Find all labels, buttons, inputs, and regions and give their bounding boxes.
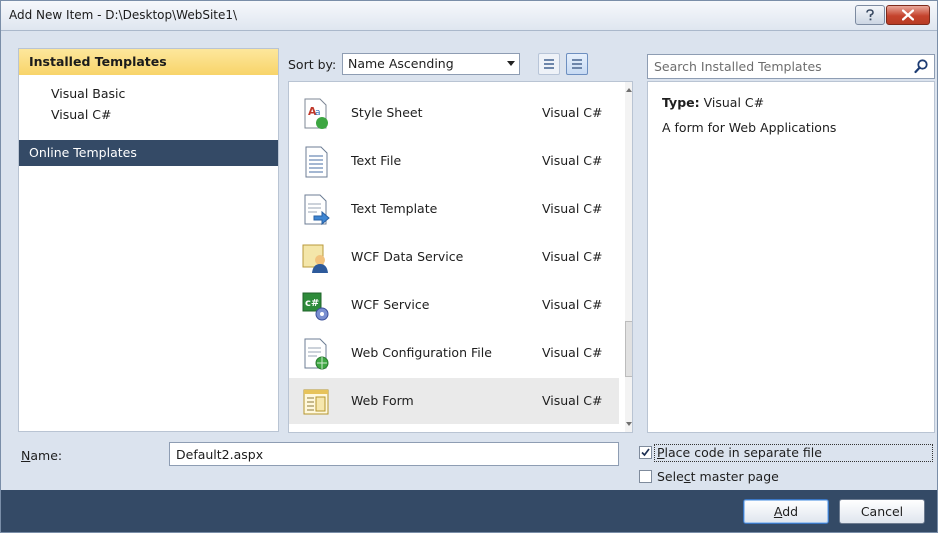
close-icon bbox=[902, 9, 914, 21]
scroll-up-arrow-icon[interactable] bbox=[626, 88, 632, 92]
small-icons-view-button[interactable] bbox=[538, 53, 560, 75]
template-list-scrollbar[interactable] bbox=[625, 82, 632, 432]
checkbox-box[interactable] bbox=[639, 446, 652, 459]
svg-text:a: a bbox=[315, 108, 321, 118]
template-category-pane: Installed Templates Visual Basic Visual … bbox=[18, 48, 279, 432]
details-view-button[interactable] bbox=[566, 53, 588, 75]
checkbox-box[interactable] bbox=[639, 470, 652, 483]
template-row-partial bbox=[289, 426, 619, 432]
wcf-service-icon: c# bbox=[302, 290, 330, 322]
name-input[interactable] bbox=[169, 442, 619, 466]
text-file-icon bbox=[302, 146, 330, 178]
wcf-data-service-icon bbox=[302, 242, 330, 274]
type-label: Type: bbox=[662, 95, 700, 110]
template-row-wcf-service[interactable]: c# WCF Service Visual C# bbox=[289, 282, 619, 328]
template-row-web-form[interactable]: Web Form Visual C# bbox=[289, 378, 619, 424]
template-name: Text Template bbox=[351, 201, 438, 216]
help-button[interactable] bbox=[855, 5, 885, 25]
text-template-icon bbox=[302, 194, 330, 226]
focus-rectangle bbox=[654, 444, 933, 462]
template-name: Web Configuration File bbox=[351, 345, 492, 360]
separate-code-checkbox[interactable]: Place code in separate file bbox=[639, 444, 933, 463]
template-language: Visual C# bbox=[542, 201, 603, 216]
template-type: Type: Visual C# bbox=[662, 95, 764, 110]
window-title: Add New Item - D:\Desktop\WebSite1\ bbox=[9, 8, 238, 22]
type-value: Visual C# bbox=[703, 95, 765, 110]
master-page-checkbox[interactable]: Select master page bbox=[639, 468, 929, 487]
template-language: Visual C# bbox=[542, 297, 603, 312]
template-name: WCF Service bbox=[351, 297, 430, 312]
template-name: Web Form bbox=[351, 393, 414, 408]
online-templates-header[interactable]: Online Templates bbox=[19, 140, 278, 166]
chevron-down-icon bbox=[507, 61, 515, 66]
template-row-text-template[interactable]: Text Template Visual C# bbox=[289, 186, 619, 232]
template-details-pane: Type: Visual C# A form for Web Applicati… bbox=[647, 81, 935, 433]
template-language: Visual C# bbox=[542, 393, 603, 408]
scroll-down-arrow-icon[interactable] bbox=[626, 422, 632, 426]
scrollbar-thumb[interactable] bbox=[625, 321, 632, 377]
cancel-button[interactable]: Cancel bbox=[839, 499, 925, 524]
template-name: WCF Data Service bbox=[351, 249, 464, 264]
search-icon[interactable] bbox=[914, 59, 928, 74]
template-language: Visual C# bbox=[542, 249, 603, 264]
template-language: Visual C# bbox=[542, 105, 603, 120]
template-row-wcf-data-service[interactable]: WCF Data Service Visual C# bbox=[289, 234, 619, 280]
web-config-icon bbox=[302, 338, 330, 370]
question-icon bbox=[866, 9, 874, 21]
template-language: Visual C# bbox=[542, 153, 603, 168]
check-icon bbox=[641, 448, 650, 457]
template-row-style-sheet[interactable]: Aa Style Sheet Visual C# bbox=[289, 90, 619, 136]
add-new-item-dialog: Add New Item - D:\Desktop\WebSite1\ Inst… bbox=[0, 0, 938, 533]
master-page-label: Select master page bbox=[657, 469, 779, 484]
template-name: Style Sheet bbox=[351, 105, 423, 120]
category-visual-csharp[interactable]: Visual C# bbox=[51, 107, 112, 122]
search-box bbox=[647, 54, 935, 79]
add-button[interactable]: Add bbox=[743, 499, 829, 524]
template-name: Text File bbox=[351, 153, 402, 168]
template-row-text-file[interactable]: Text File Visual C# bbox=[289, 138, 619, 184]
template-language: Visual C# bbox=[542, 345, 603, 360]
sort-by-label: Sort by: bbox=[288, 57, 337, 72]
template-row-web-config-file[interactable]: Web Configuration File Visual C# bbox=[289, 330, 619, 376]
web-form-icon bbox=[302, 386, 330, 418]
template-list: Aa Style Sheet Visual C# Text File Visua… bbox=[288, 81, 633, 433]
sort-dropdown[interactable]: Name Ascending bbox=[342, 53, 520, 75]
installed-templates-header[interactable]: Installed Templates bbox=[19, 49, 278, 75]
style-sheet-icon: Aa bbox=[302, 98, 330, 130]
search-input[interactable] bbox=[648, 55, 908, 78]
category-visual-basic[interactable]: Visual Basic bbox=[51, 86, 125, 101]
svg-text:c#: c# bbox=[305, 298, 319, 309]
sort-selected-value: Name Ascending bbox=[348, 56, 454, 71]
title-bar: Add New Item - D:\Desktop\WebSite1\ bbox=[1, 1, 937, 31]
name-label: Name: bbox=[21, 448, 63, 463]
template-description: A form for Web Applications bbox=[662, 120, 837, 135]
button-bar: Add Cancel bbox=[1, 490, 937, 532]
close-button[interactable] bbox=[886, 5, 930, 25]
